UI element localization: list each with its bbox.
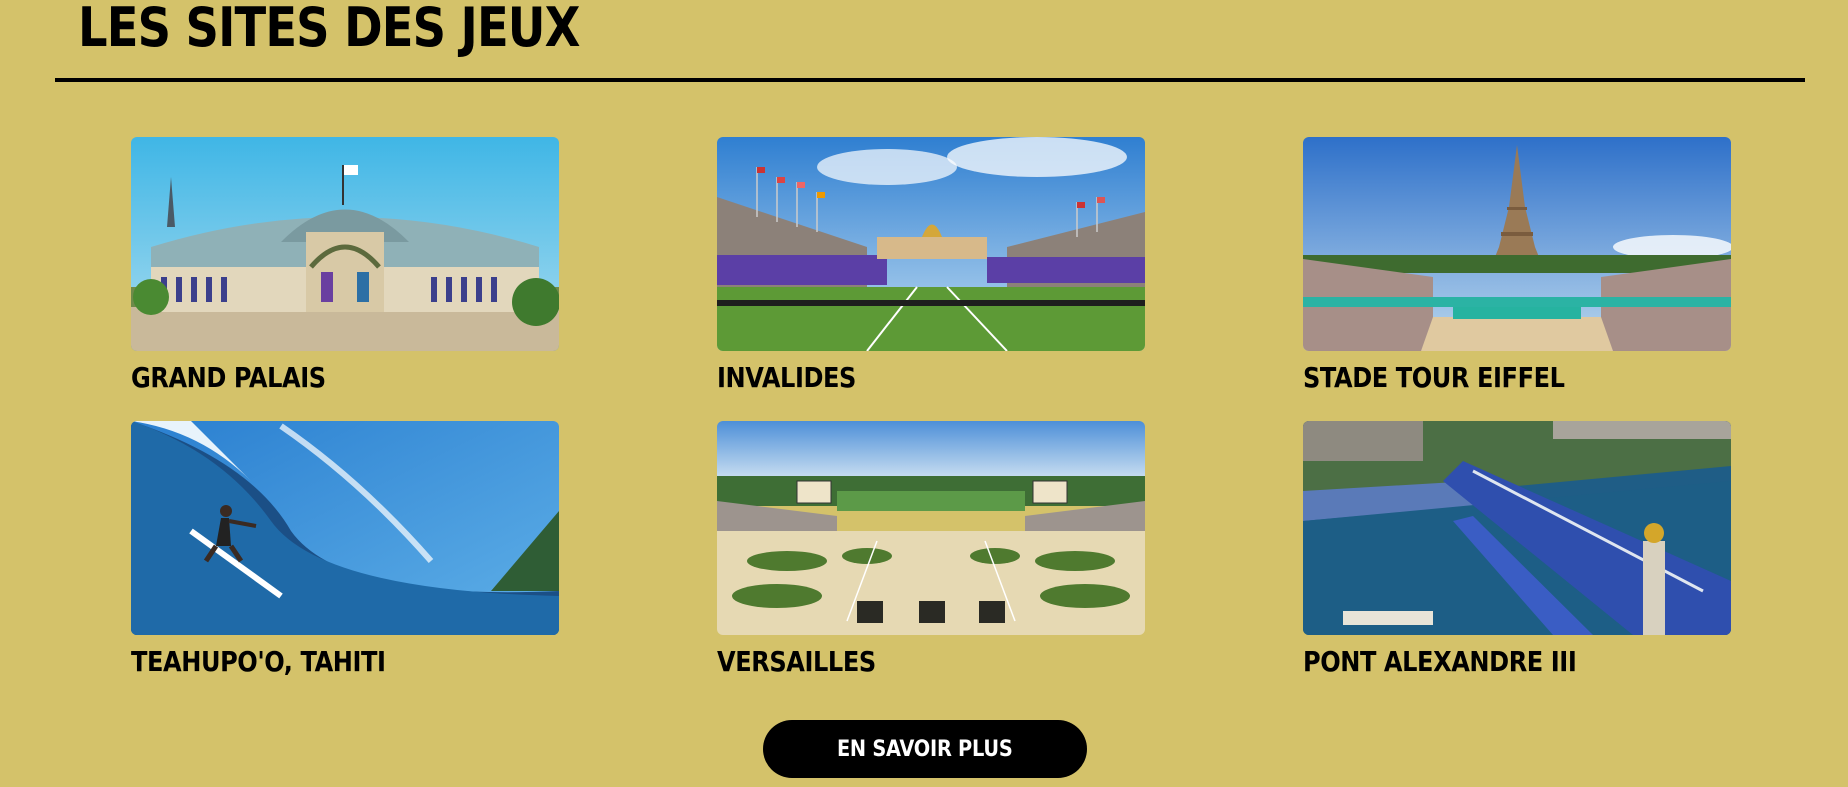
venue-card-pont-alexandre-iii[interactable]: PONT ALEXANDRE III [1303,421,1731,679]
venue-label-grand-palais[interactable]: GRAND PALAIS [131,361,499,395]
title-divider [55,78,1805,82]
venue-card-stade-tour-eiffel[interactable]: STADE TOUR EIFFEL [1303,137,1731,395]
venue-card-grand-palais[interactable]: GRAND PALAIS [131,137,559,395]
venue-image-pont-alexandre-iii[interactable] [1303,421,1731,635]
venue-image-versailles[interactable] [717,421,1145,635]
venue-label-stade-tour-eiffel[interactable]: STADE TOUR EIFFEL [1303,361,1671,395]
venue-card-invalides[interactable]: INVALIDES [717,137,1145,395]
venue-card-versailles[interactable]: VERSAILLES [717,421,1145,679]
venue-image-invalides[interactable] [717,137,1145,351]
venue-image-stade-tour-eiffel[interactable] [1303,137,1731,351]
learn-more-button[interactable]: EN SAVOIR PLUS [763,720,1087,778]
venue-label-pont-alexandre-iii[interactable]: PONT ALEXANDRE III [1303,645,1671,679]
venue-label-versailles[interactable]: VERSAILLES [717,645,1085,679]
venues-grid: GRAND PALAIS INVALIDES STADE TOUR EIFFEL… [131,137,1731,697]
venue-label-teahupoo[interactable]: TEAHUPO'O, TAHITI [131,645,499,679]
venue-image-teahupoo[interactable] [131,421,559,635]
venue-label-invalides[interactable]: INVALIDES [717,361,1085,395]
venue-card-teahupoo[interactable]: TEAHUPO'O, TAHITI [131,421,559,679]
venue-image-grand-palais[interactable] [131,137,559,351]
learn-more-label: EN SAVOIR PLUS [837,736,1013,762]
section-title: LES SITES DES JEUX [78,0,580,59]
